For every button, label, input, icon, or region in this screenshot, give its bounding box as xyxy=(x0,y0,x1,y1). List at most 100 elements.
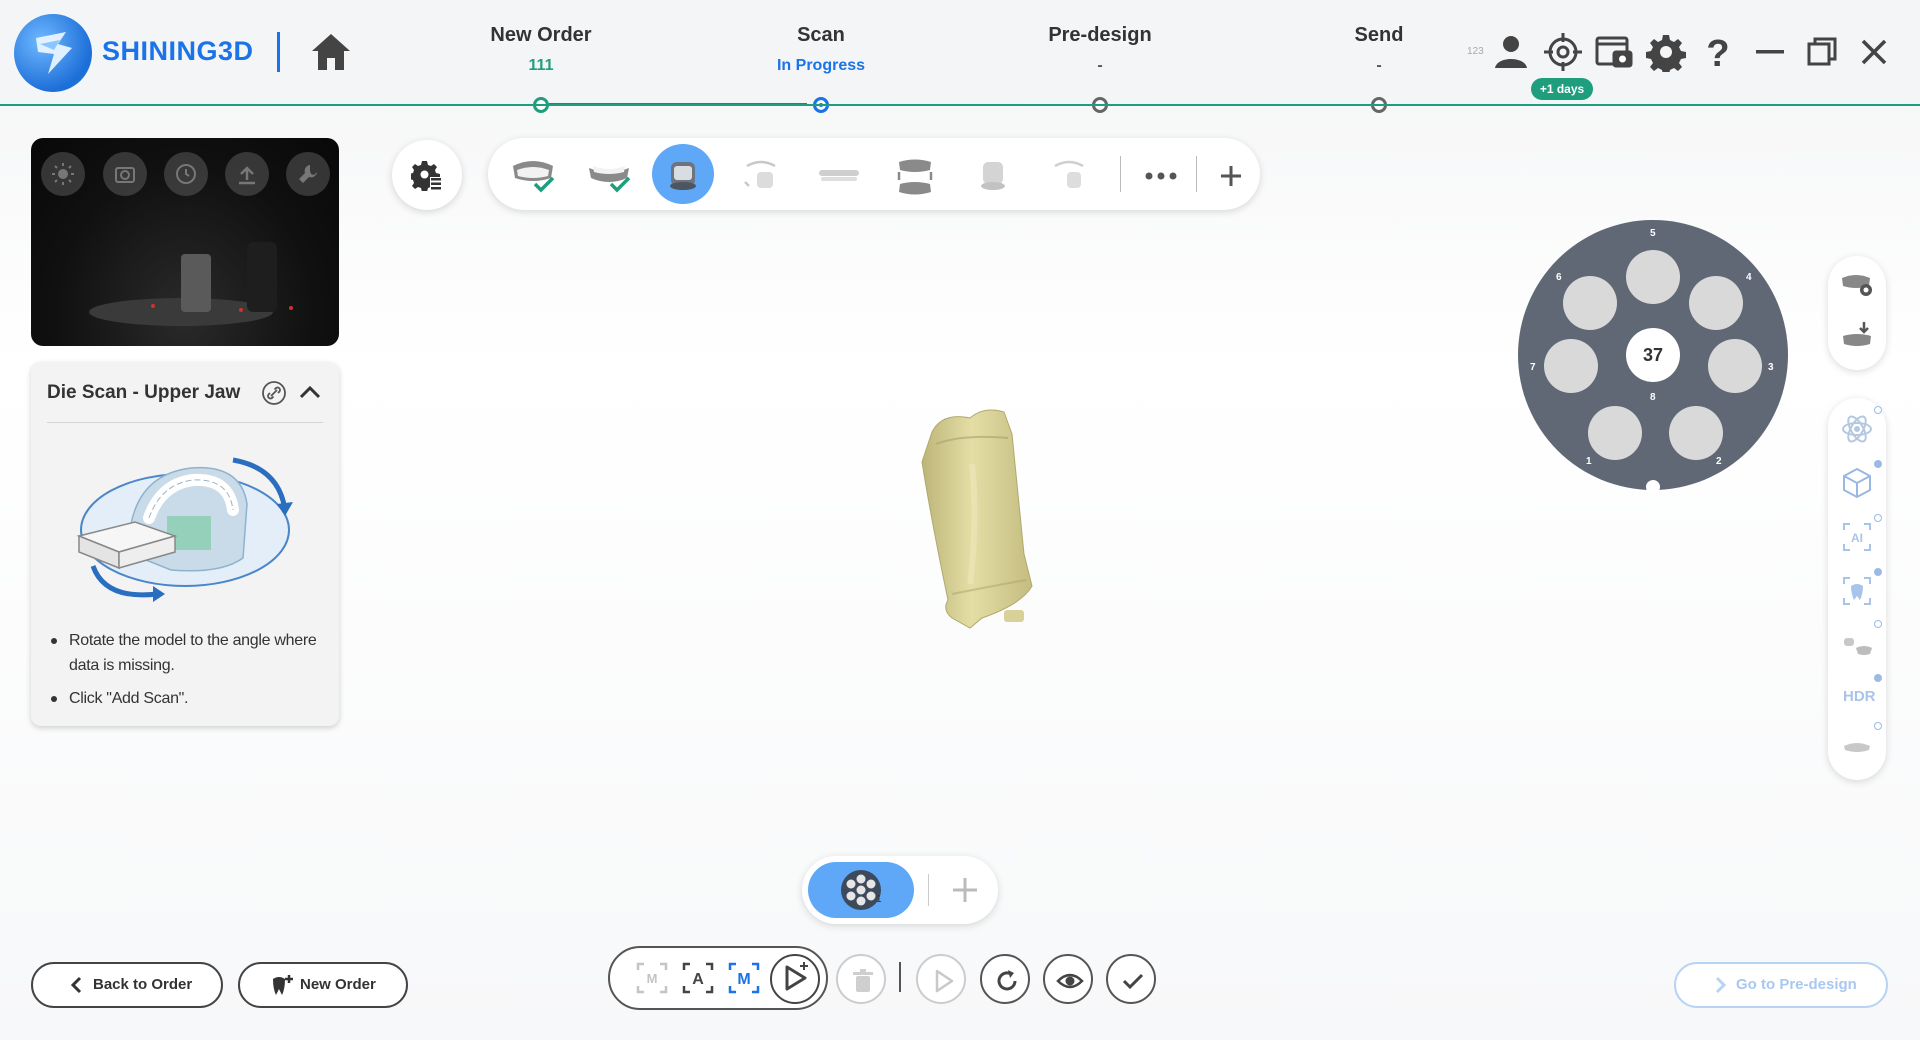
step-new-order[interactable]: New Order 111 xyxy=(441,24,641,75)
wheel-label: 6 xyxy=(1556,272,1562,283)
die-arch-alignment-icon[interactable] xyxy=(730,144,792,204)
wheel-start-marker xyxy=(1646,480,1660,494)
step-scan[interactable]: Scan In Progress xyxy=(721,24,921,75)
die-scan-illustration xyxy=(71,454,299,609)
scan-item-1[interactable]: 1 xyxy=(808,862,914,918)
auto-mode-icon[interactable]: M xyxy=(630,956,674,1000)
checkmark-icon xyxy=(1122,973,1144,990)
manual-scan-m-icon[interactable]: M xyxy=(722,956,766,1000)
brand-name: SHINING3D xyxy=(102,36,254,66)
texture-mode-icon[interactable] xyxy=(1840,412,1874,446)
rescan-button[interactable] xyxy=(980,954,1030,1004)
upper-jaw-scan-done-icon[interactable] xyxy=(500,144,562,204)
die-removal-icon[interactable] xyxy=(1840,626,1874,660)
wrench-icon[interactable] xyxy=(286,152,330,196)
option-indicator xyxy=(1874,620,1882,628)
scan-gum-icon[interactable] xyxy=(1840,728,1874,762)
jaw-tools-panel xyxy=(1828,256,1886,370)
step-title: Send xyxy=(1354,24,1404,46)
wheel-slot-3[interactable] xyxy=(1708,339,1762,393)
list-item: Click "Add Scan". xyxy=(47,686,323,711)
button-label: Back to Order xyxy=(93,976,193,993)
toolbar-divider xyxy=(1196,156,1197,192)
list-item: Rotate the model to the angle where data… xyxy=(47,628,323,678)
occlusion-scan-icon[interactable] xyxy=(806,144,868,204)
screenshot-window-icon[interactable] xyxy=(1594,32,1634,72)
step-pre-design[interactable]: Pre-design - xyxy=(1000,24,1200,75)
rotate-reset-icon[interactable] xyxy=(164,152,208,196)
scan-mode-controls: M A M xyxy=(608,946,828,1010)
wheel-slot-7[interactable] xyxy=(1544,339,1598,393)
top-header: SHINING3D New Order 111 Scan In Progress… xyxy=(0,0,1920,113)
option-indicator xyxy=(1874,460,1882,468)
trash-icon xyxy=(853,969,873,992)
wheel-slot-5[interactable] xyxy=(1626,250,1680,304)
back-to-order-button[interactable]: Back to Order xyxy=(31,962,223,1008)
step-title: New Order xyxy=(490,24,592,46)
option-indicator xyxy=(1874,514,1882,522)
group-divider xyxy=(928,874,929,906)
model-base-icon[interactable] xyxy=(962,144,1024,204)
calibration-target-icon[interactable] xyxy=(1543,32,1583,72)
upload-icon[interactable] xyxy=(225,152,269,196)
jaw-import-icon[interactable] xyxy=(1840,318,1874,352)
wheel-center-tooth[interactable]: 37 xyxy=(1626,328,1680,382)
close-icon[interactable] xyxy=(1854,32,1894,72)
wheel-slot-1[interactable] xyxy=(1588,406,1642,460)
help-icon[interactable]: ? xyxy=(1698,32,1738,75)
finish-scan-button[interactable] xyxy=(1106,954,1156,1004)
restore-window-icon[interactable] xyxy=(1802,32,1842,72)
alignment-icon[interactable] xyxy=(1038,144,1100,204)
ai-scan-icon[interactable]: AI xyxy=(1840,520,1874,554)
header-divider xyxy=(0,104,1920,106)
link-icon[interactable] xyxy=(261,380,287,406)
hdr-mode-toggle[interactable]: HDR xyxy=(1843,688,1876,705)
wheel-label: 8 xyxy=(1650,392,1656,403)
scan-wheel-icon xyxy=(841,870,881,910)
order-number: 111 xyxy=(528,57,554,74)
camera-capture-icon[interactable] xyxy=(103,152,147,196)
view-toggle-button[interactable] xyxy=(1043,954,1093,1004)
chevron-left-icon xyxy=(70,976,82,994)
jaw-settings-icon[interactable] xyxy=(1840,270,1874,304)
brightness-icon[interactable] xyxy=(41,152,85,196)
guide-tips: Rotate the model to the angle where data… xyxy=(47,628,323,719)
minimize-icon[interactable] xyxy=(1750,32,1790,72)
svg-text:AI: AI xyxy=(1851,531,1863,545)
add-scan-play-icon[interactable] xyxy=(770,954,820,1004)
more-options-icon[interactable] xyxy=(1130,144,1192,204)
svg-text:?: ? xyxy=(1706,33,1729,72)
gear-icon[interactable] xyxy=(1646,32,1686,75)
wheel-slot-4[interactable] xyxy=(1689,276,1743,330)
die-scan-icon[interactable] xyxy=(652,144,714,204)
wheel-slot-2[interactable] xyxy=(1669,406,1723,460)
add-scan-item-icon[interactable] xyxy=(942,866,988,914)
user-icon[interactable] xyxy=(1491,32,1531,72)
bite-registration-icon[interactable] xyxy=(884,144,946,204)
new-order-button[interactable]: New Order xyxy=(238,962,408,1008)
delete-scan-button[interactable] xyxy=(836,954,886,1004)
chevron-up-icon[interactable] xyxy=(295,378,325,408)
auto-scan-a-icon[interactable]: A xyxy=(676,956,720,1000)
scan-options-panel: AI xyxy=(1828,398,1886,780)
toolbar-divider xyxy=(1120,156,1121,192)
step-send[interactable]: Send - xyxy=(1279,24,1479,75)
wheel-slot-6[interactable] xyxy=(1563,276,1617,330)
wheel-label: 3 xyxy=(1768,362,1774,373)
mesh-cube-icon[interactable] xyxy=(1840,466,1874,500)
new-tooth-icon xyxy=(273,975,293,995)
scan-settings-button[interactable] xyxy=(392,140,462,210)
lower-jaw-scan-done-icon[interactable] xyxy=(576,144,638,204)
smart-tooth-icon[interactable] xyxy=(1840,574,1874,608)
add-step-icon[interactable] xyxy=(1200,144,1262,204)
wheel-label: 4 xyxy=(1746,272,1752,283)
svg-text:M: M xyxy=(647,971,658,986)
wheel-label: 2 xyxy=(1716,456,1722,467)
step-status: - xyxy=(1097,57,1103,74)
play-scan-button[interactable] xyxy=(916,954,966,1004)
wheel-label: 1 xyxy=(1586,456,1592,467)
button-label: Go to Pre-design xyxy=(1736,976,1857,993)
go-to-predesign-button[interactable]: Go to Pre-design xyxy=(1674,962,1888,1008)
home-icon[interactable] xyxy=(308,30,354,74)
scanned-die-model[interactable] xyxy=(912,404,1072,639)
